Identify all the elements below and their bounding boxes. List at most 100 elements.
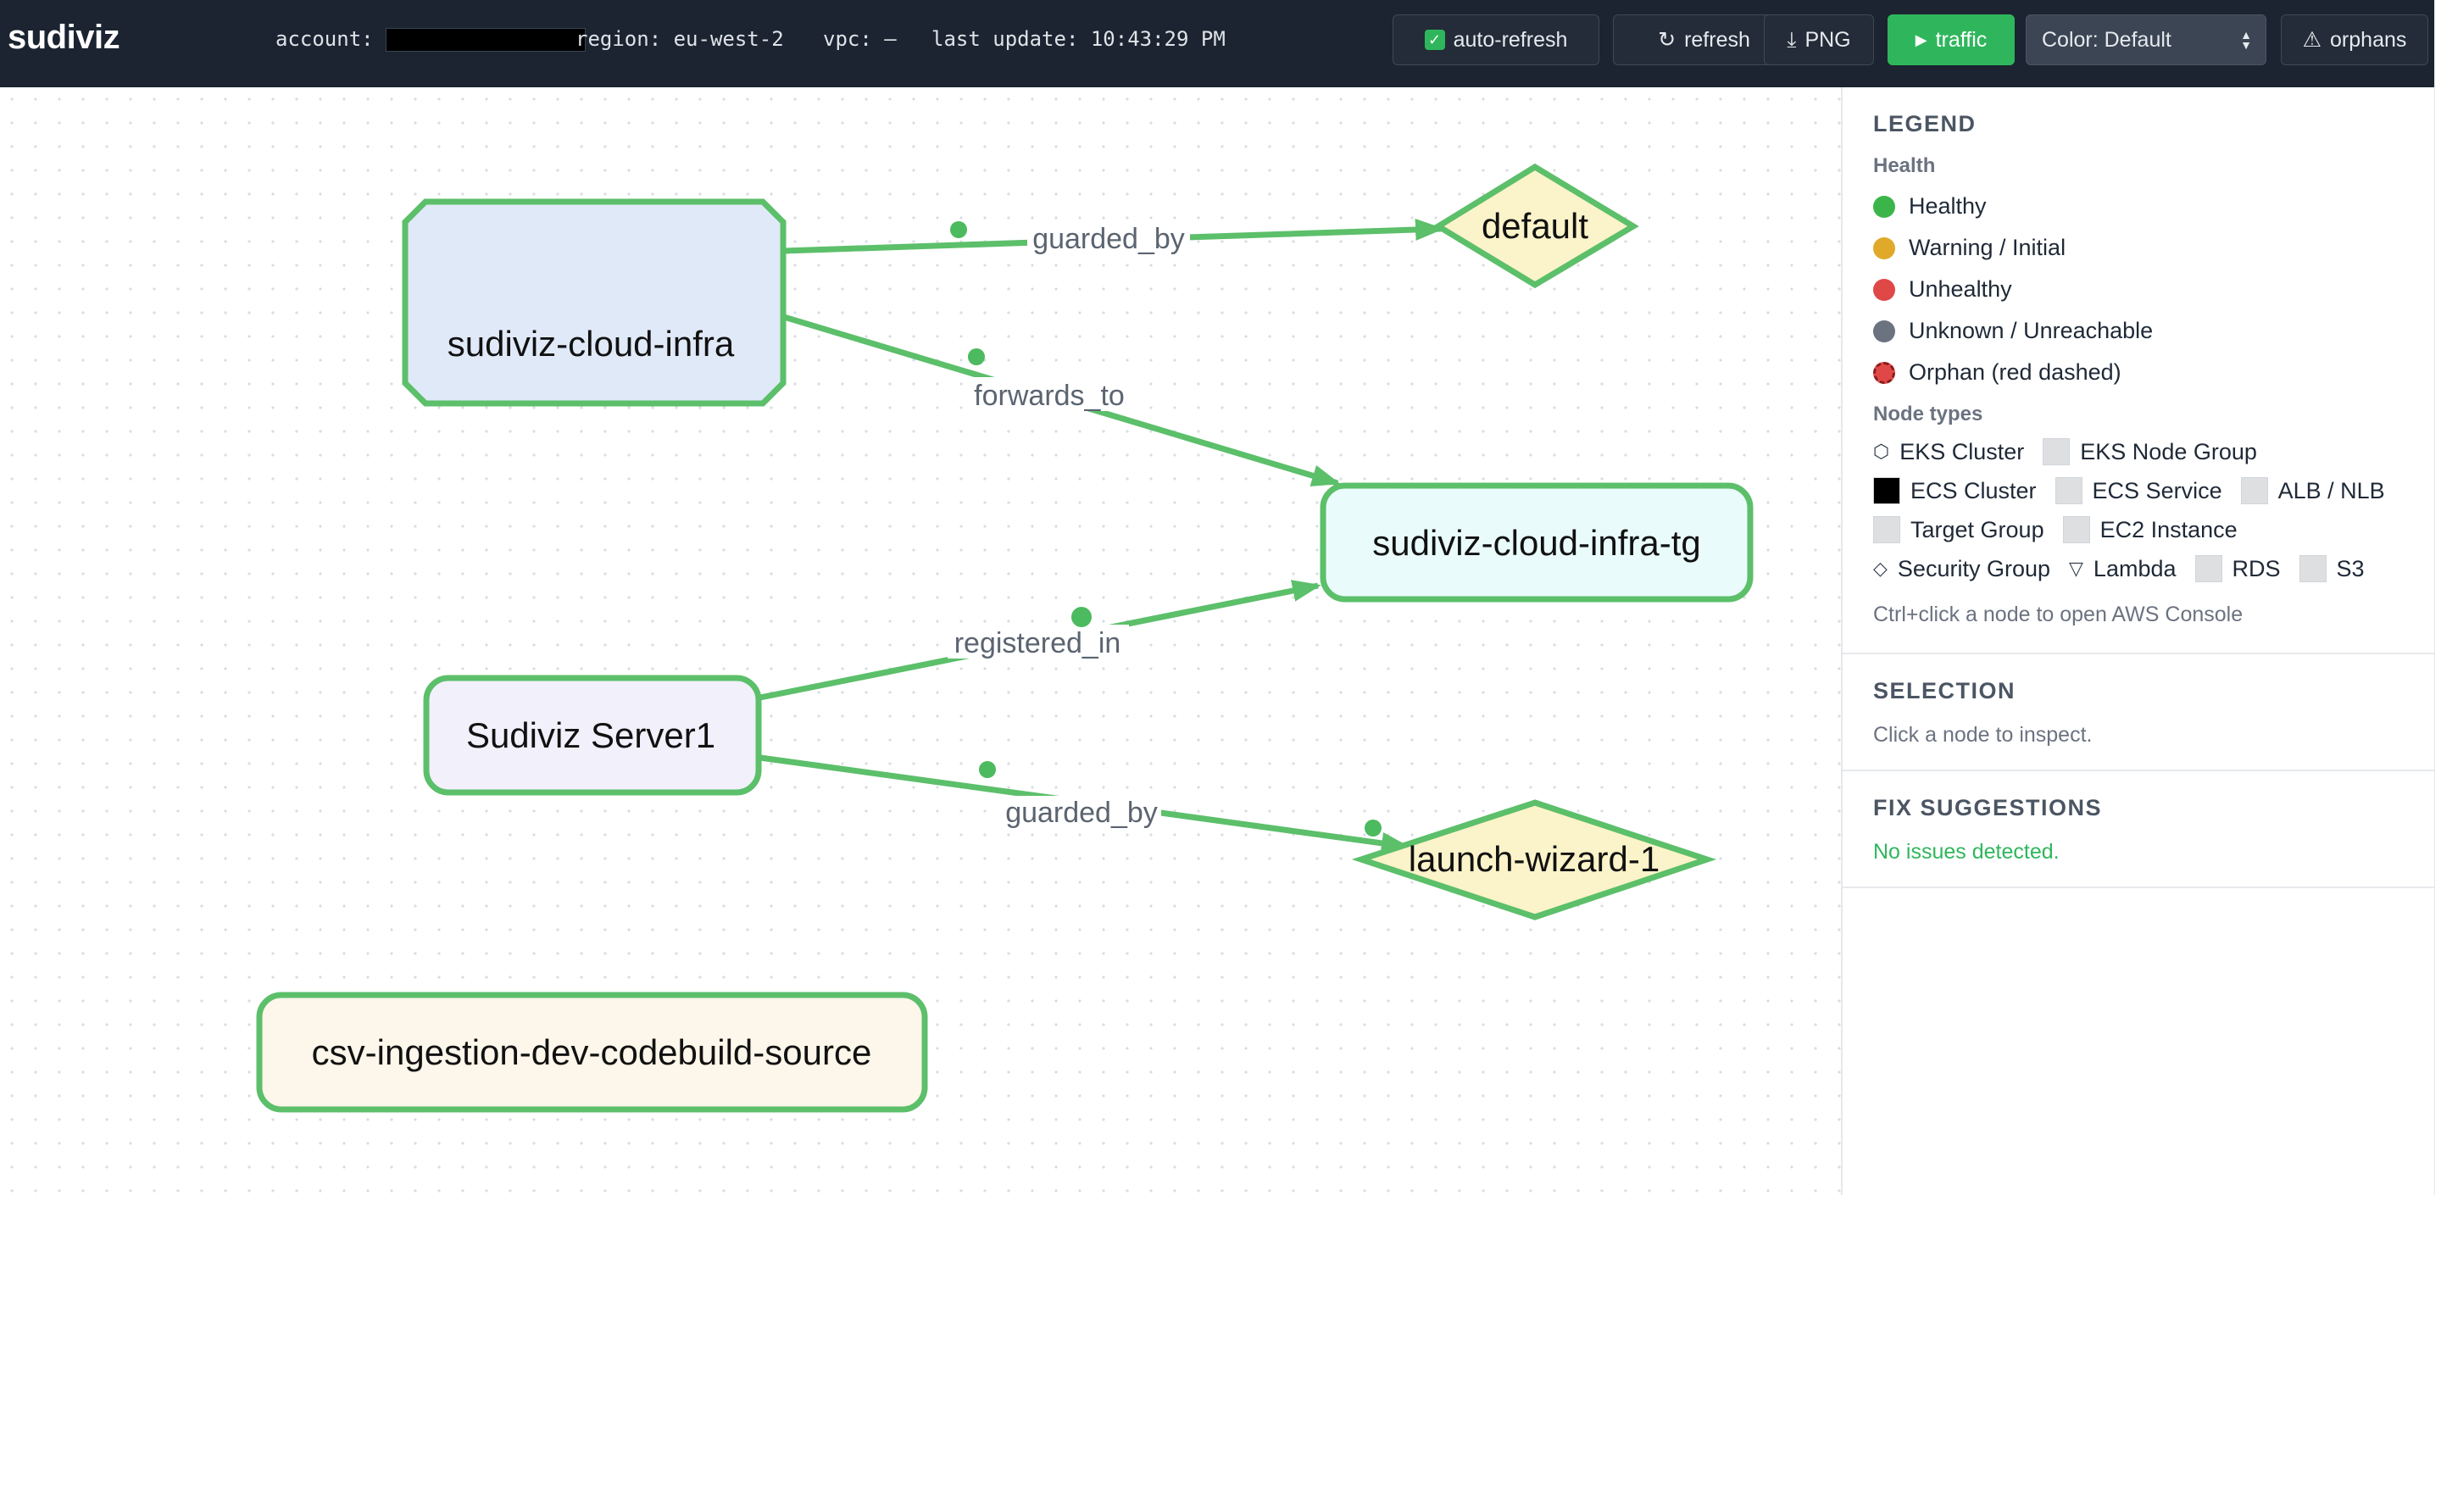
warning-icon: ⚠ [2302,28,2322,52]
node-label: sudiviz-cloud-infra [448,324,735,364]
legend-label: Orphan (red dashed) [1909,359,2121,385]
type-lambda: ▽ Lambda [2069,555,2177,581]
side-panel: LEGEND Health Healthy Warning / Initial … [1841,87,2434,1195]
play-icon: ▶ [1915,31,1927,48]
top-bar: sudiviz account: region: eu-west-2 vpc: … [0,0,2441,87]
legend-warning: Warning / Initial [1873,235,2407,261]
graph-node[interactable]: default [1432,163,1639,289]
refresh-icon: ↻ [1658,28,1676,52]
traffic-button[interactable]: ▶ traffic [1888,14,2015,65]
fix-suggestions-text: No issues detected. [1873,840,2060,864]
vpc-info: vpc: — [823,27,897,51]
square-swatch-icon [1873,516,1900,543]
png-export-button[interactable]: ⤓ PNG [1764,14,1874,65]
diamond-icon: ◇ [1873,558,1888,579]
legend-label: Warning / Initial [1909,235,2066,260]
region-info: region: eu-west-2 [575,27,784,51]
png-label: PNG [1804,27,1851,52]
refresh-label: refresh [1684,27,1750,52]
selection-title: SELECTION [1873,678,2016,703]
orphan-dot-icon [1873,361,1895,384]
account-label: account: [275,27,374,51]
traffic-particle [968,348,985,365]
window-scrollbar[interactable] [2434,0,2441,1195]
type-eks-node-group: EKS Node Group [2043,436,2257,467]
orphans-button[interactable]: ⚠ orphans [2281,14,2428,65]
download-icon: ⤓ [1787,27,1797,52]
auto-refresh-label: auto-refresh [1453,27,1568,52]
octagon-node-shape[interactable] [402,198,787,407]
type-security-group: ◇ Security Group [1873,555,2050,581]
app-brand: sudiviz [8,19,120,56]
type-ecs-cluster: ECS Cluster [1873,475,2037,506]
select-arrows-icon: ▲ ▼ [2240,28,2252,52]
node-label: csv-ingestion-dev-codebuild-source [312,1032,872,1072]
type-alb-nlb: ALB / NLB [2240,475,2385,506]
fix-suggestions-title: FIX SUGGESTIONS [1873,795,2103,820]
traffic-particle [950,221,967,238]
type-rds: RDS [2194,553,2281,584]
edge-label: registered_in [954,627,1121,659]
color-mode-value: Color: Default [2042,27,2171,52]
graph-canvas[interactable]: guarded_by forwards_to registered_in gua… [0,87,1841,1195]
account-info: account: [275,27,586,52]
traffic-particle [1365,820,1382,837]
unhealthy-dot-icon [1873,278,1895,301]
account-redacted [385,28,586,52]
traffic-label: traffic [1935,27,1988,52]
node-types-list: ⬡ EKS Cluster EKS Node Group ECS Cluster … [1873,436,2407,584]
selection-text: Click a node to inspect. [1873,723,2093,747]
unknown-dot-icon [1873,320,1895,342]
warning-dot-icon [1873,236,1895,259]
type-ec2-instance: EC2 Instance [2062,514,2238,545]
legend-hint: Ctrl+click a node to open AWS Console [1873,603,2244,626]
edge-label: guarded_by [1005,797,1158,829]
node-types-subtitle: Node types [1873,403,1983,425]
node-label: Sudiviz Server1 [466,715,715,755]
type-target-group: Target Group [1873,514,2044,545]
orphans-label: orphans [2330,27,2407,52]
legend-unknown: Unknown / Unreachable [1873,318,2407,344]
healthy-dot-icon [1873,195,1895,218]
square-swatch-icon [2055,477,2082,504]
health-subtitle: Health [1873,154,1936,177]
legend-orphan: Orphan (red dashed) [1873,359,2407,386]
legend-section: LEGEND Health Healthy Warning / Initial … [1843,87,2434,654]
legend-label: Healthy [1909,193,1987,219]
legend-label: Unhealthy [1909,276,2012,302]
legend-title: LEGEND [1873,111,1977,136]
square-swatch-icon [2194,555,2222,582]
selection-section: SELECTION Click a node to inspect. [1843,654,2434,771]
hexagon-icon: ⬡ [1873,441,1890,462]
edge-label: forwards_to [974,380,1125,412]
checkbox-checked-icon[interactable]: ✓ [1424,30,1445,50]
square-swatch-icon [2062,516,2090,543]
legend-unhealthy: Unhealthy [1873,276,2407,303]
type-ecs-service: ECS Service [2055,475,2222,506]
traffic-particle [1071,607,1092,627]
type-eks-cluster: ⬡ EKS Cluster [1873,438,2025,464]
edge-label: guarded_by [1032,223,1185,255]
last-update: last update: 10:43:29 PM [931,27,1226,51]
square-swatch-icon [2043,438,2071,465]
square-swatch-icon [2299,555,2327,582]
dark-swatch-icon [1873,477,1900,504]
auto-refresh-toggle[interactable]: ✓ auto-refresh [1393,14,1599,65]
fix-suggestions-section: FIX SUGGESTIONS No issues detected. [1843,771,2434,888]
node-label: sudiviz-cloud-infra-tg [1372,523,1700,563]
graph-svg[interactable]: guarded_by forwards_to registered_in gua… [0,87,1841,1195]
node-label: launch-wizard-1 [1409,839,1660,879]
square-swatch-icon [2240,477,2268,504]
graph-node[interactable]: sudiviz-cloud-infra-tg [1320,482,1754,603]
node-label: default [1482,206,1588,246]
legend-healthy: Healthy [1873,193,2407,220]
graph-node[interactable]: sudiviz-cloud-infra [402,198,787,407]
legend-label: Unknown / Unreachable [1909,318,2154,343]
color-mode-select[interactable]: Color: Default ▲ ▼ [2026,14,2266,65]
graph-node[interactable]: Sudiviz Server1 [423,675,762,796]
triangle-icon: ▽ [2069,558,2083,579]
type-s3: S3 [2299,553,2365,584]
traffic-particle [979,761,996,778]
graph-node[interactable]: launch-wizard-1 [1351,799,1717,920]
graph-node[interactable]: csv-ingestion-dev-codebuild-source [256,992,928,1113]
